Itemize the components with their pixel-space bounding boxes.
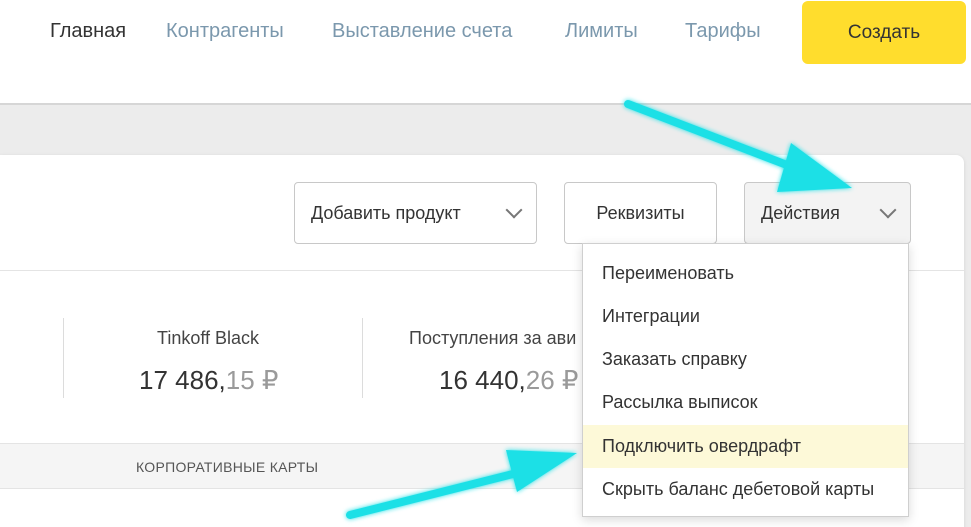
nav-item-tariffs[interactable]: Тарифы	[685, 20, 761, 43]
balance-frac: 15 ₽	[225, 365, 279, 395]
actions-dropdown-menu: Переименовать Интеграции Заказать справк…	[582, 243, 909, 517]
menu-item-integrations[interactable]: Интеграции	[583, 295, 908, 338]
menu-item-order-certificate[interactable]: Заказать справку	[583, 338, 908, 381]
requisites-button[interactable]: Реквизиты	[564, 182, 717, 244]
nav-item-limits[interactable]: Лимиты	[565, 20, 638, 43]
requisites-label: Реквизиты	[596, 202, 685, 223]
menu-item-connect-overdraft[interactable]: Подключить овердрафт	[583, 425, 908, 468]
actions-button[interactable]: Действия	[744, 182, 911, 244]
nav-item-invoicing[interactable]: Выставление счета	[332, 20, 512, 43]
add-product-button[interactable]: Добавить продукт	[294, 182, 537, 244]
balance-frac: 26 ₽	[525, 365, 579, 395]
actions-label: Действия	[761, 202, 840, 223]
chevron-down-icon	[505, 201, 523, 219]
balance-label-black: Tinkoff Black	[157, 328, 260, 348]
balance-label-incoming: Поступления за ави	[409, 328, 577, 348]
add-product-label: Добавить продукт	[311, 202, 461, 223]
balance-value-incoming: 16 440,26 ₽	[439, 365, 578, 396]
menu-item-rename[interactable]: Переименовать	[583, 252, 908, 295]
balance-value-black: 17 486,15 ₽	[139, 365, 278, 396]
menu-item-hide-debit-balance[interactable]: Скрыть баланс дебетовой карты	[583, 468, 908, 511]
chevron-down-icon	[879, 201, 897, 219]
balance-int: 17 486,	[139, 365, 226, 395]
nav-item-counterparties[interactable]: Контрагенты	[166, 20, 284, 43]
nav-item-main[interactable]: Главная	[50, 20, 126, 43]
menu-item-statement-mailing[interactable]: Рассылка выписок	[583, 381, 908, 424]
balance-separator	[362, 318, 363, 398]
create-button[interactable]: Создать	[802, 1, 966, 64]
top-navigation: Главная Контрагенты Выставление счета Ли…	[0, 0, 971, 105]
balance-separator	[63, 318, 64, 398]
corporate-cards-title: КОРПОРАТИВНЫЕ КАРТЫ	[136, 459, 319, 475]
balance-int: 16 440,	[439, 365, 526, 395]
